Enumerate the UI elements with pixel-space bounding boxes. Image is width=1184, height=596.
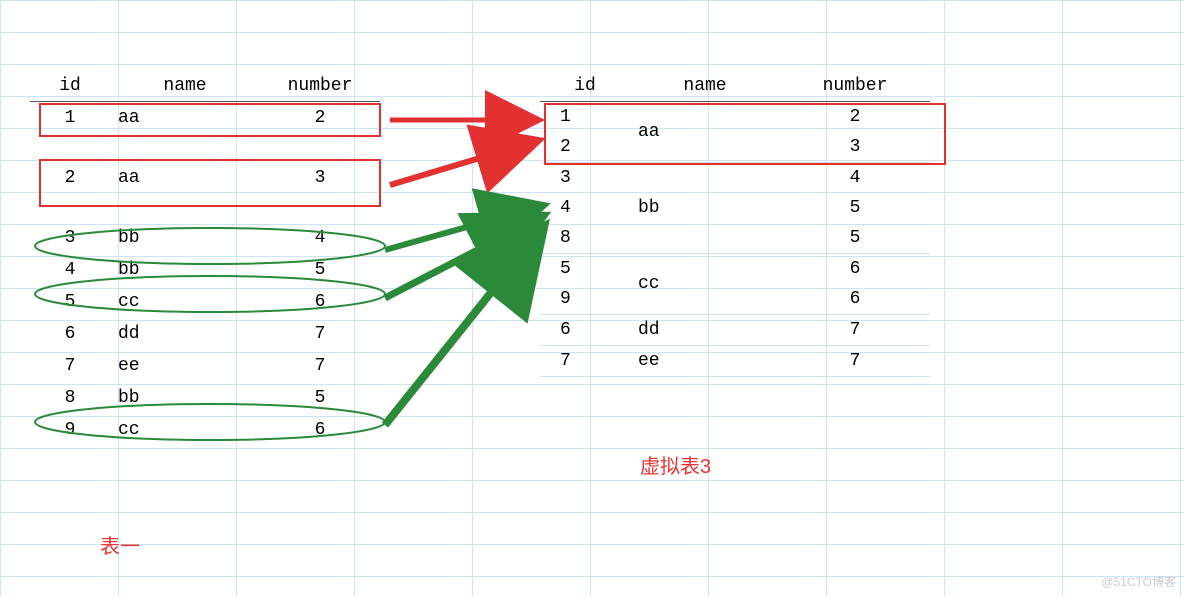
- cell-id: 5: [540, 254, 630, 284]
- cell-id: 3: [30, 228, 110, 248]
- cell-number: 6: [260, 292, 380, 312]
- table-header: id name number: [30, 70, 380, 102]
- cell-number: 7: [780, 346, 930, 376]
- cell-name: bb: [110, 388, 260, 408]
- table-row: 8 bb 5: [30, 382, 380, 414]
- cell-name: aa: [110, 108, 260, 128]
- cell-id: 4: [540, 193, 630, 223]
- group-row: 12aa23: [540, 102, 930, 163]
- table-header: id name number: [540, 70, 930, 102]
- cell-id: 7: [30, 356, 110, 376]
- cell-name-merged: cc: [630, 254, 780, 314]
- cell-number: 7: [260, 356, 380, 376]
- group-row: 348bb455: [540, 163, 930, 254]
- header-name: name: [110, 76, 260, 96]
- cell-id: 2: [30, 168, 110, 188]
- cell-number: 3: [780, 132, 930, 162]
- cell-number: 6: [780, 254, 930, 284]
- cell-id: 8: [540, 223, 630, 253]
- header-name: name: [630, 76, 780, 96]
- label-virtual-table: 虚拟表3: [640, 450, 711, 479]
- cell-name-merged: ee: [630, 346, 780, 376]
- table-row: 3 bb 4: [30, 222, 380, 254]
- cell-number: 6: [780, 284, 930, 314]
- cell-id: 8: [30, 388, 110, 408]
- cell-number: 6: [260, 420, 380, 440]
- cell-id: 9: [540, 284, 630, 314]
- cell-id: 7: [540, 346, 630, 376]
- cell-name: cc: [110, 292, 260, 312]
- cell-name: bb: [110, 228, 260, 248]
- cell-id: 5: [30, 292, 110, 312]
- cell-name-merged: dd: [630, 315, 780, 345]
- table-row: 2 aa 3: [30, 162, 380, 194]
- cell-number: 7: [780, 315, 930, 345]
- cell-id: 6: [30, 324, 110, 344]
- header-id: id: [30, 76, 110, 96]
- header-number: number: [780, 76, 930, 96]
- header-id: id: [540, 76, 630, 96]
- label-table-one: 表一: [100, 530, 140, 559]
- cell-number: 2: [260, 108, 380, 128]
- cell-name-merged: bb: [630, 163, 780, 253]
- table-row: 7 ee 7: [30, 350, 380, 382]
- cell-name: dd: [110, 324, 260, 344]
- cell-id: 1: [540, 102, 630, 132]
- cell-number: 2: [780, 102, 930, 132]
- cell-number: 5: [260, 388, 380, 408]
- cell-name: aa: [110, 168, 260, 188]
- cell-name: bb: [110, 260, 260, 280]
- table-row: 5 cc 6: [30, 286, 380, 318]
- cell-id: 2: [540, 132, 630, 162]
- cell-id: 6: [540, 315, 630, 345]
- group-row: 6dd7: [540, 315, 930, 346]
- header-number: number: [260, 76, 380, 96]
- group-row: 7ee7: [540, 346, 930, 377]
- group-row: 59cc66: [540, 254, 930, 315]
- table-row: 4 bb 5: [30, 254, 380, 286]
- cell-id: 1: [30, 108, 110, 128]
- cell-name: ee: [110, 356, 260, 376]
- cell-number: 5: [780, 193, 930, 223]
- cell-number: 5: [260, 260, 380, 280]
- watermark: @51CTO博客: [1101, 573, 1176, 590]
- virtual-table-three: id name number 12aa23348bb45559cc666dd77…: [540, 70, 930, 377]
- table-row: 9 cc 6: [30, 414, 380, 446]
- cell-name-merged: aa: [630, 102, 780, 162]
- table-one: id name number 1 aa 2 2 aa 3 3 bb 4 4 bb…: [30, 70, 380, 446]
- cell-id: 9: [30, 420, 110, 440]
- cell-number: 3: [260, 168, 380, 188]
- cell-name: cc: [110, 420, 260, 440]
- cell-id: 3: [540, 163, 630, 193]
- cell-number: 7: [260, 324, 380, 344]
- cell-id: 4: [30, 260, 110, 280]
- cell-number: 5: [780, 223, 930, 253]
- cell-number: 4: [260, 228, 380, 248]
- table-row: 1 aa 2: [30, 102, 380, 134]
- table-row: 6 dd 7: [30, 318, 380, 350]
- cell-number: 4: [780, 163, 930, 193]
